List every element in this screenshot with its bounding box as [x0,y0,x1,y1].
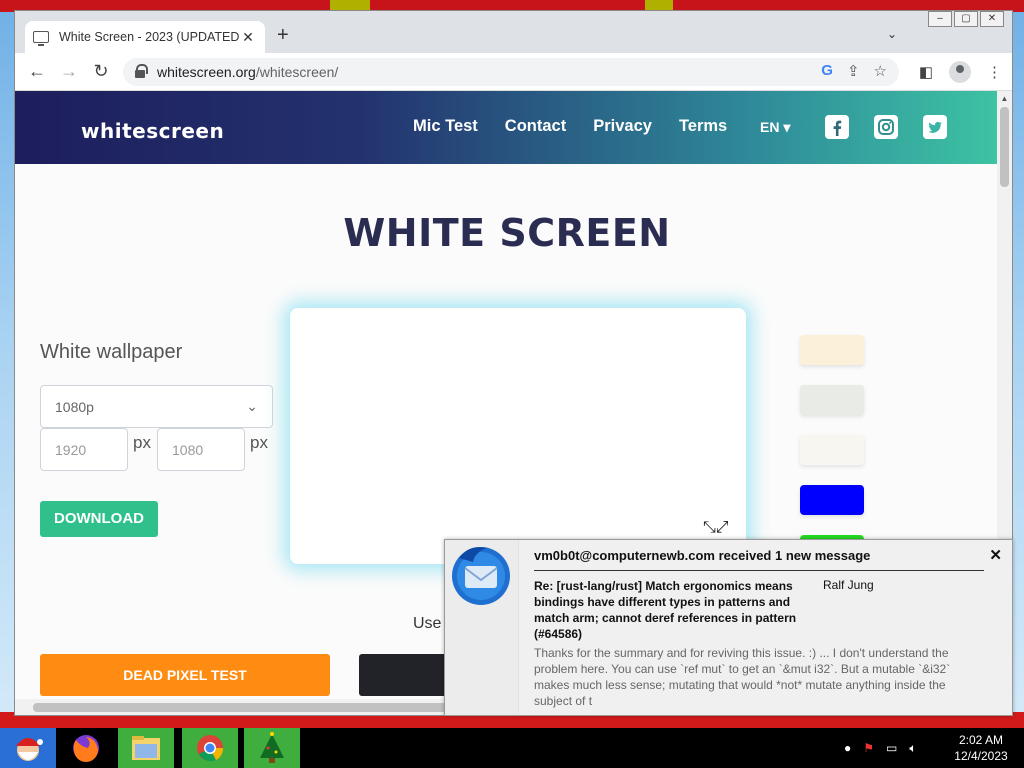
google-icon[interactable]: G [821,62,833,80]
system-tray: ● ⚑ ▭ 🔈︎ [844,728,917,768]
fullscreen-icon[interactable]: ⤡⤢ [703,519,729,537]
width-unit: px [133,433,151,452]
download-button[interactable]: DOWNLOAD [40,501,158,537]
instagram-icon[interactable] [874,115,898,139]
taskbar: ● ⚑ ▭ 🔈︎ 2:02 AM 12/4/2023 [0,728,1024,768]
toolbar-right: ◧ ⋮ [919,61,1002,83]
flag-icon[interactable]: ⚑ [863,741,874,755]
santa-icon [0,728,56,768]
height-input[interactable]: 1080 [157,428,245,471]
tab-close-icon[interactable]: ✕ [239,29,257,46]
menu-kebab-icon[interactable]: ⋮ [987,63,1002,81]
url-path: /whitescreen/ [255,64,339,80]
color-swatch-cream[interactable] [800,335,864,365]
mail-notification[interactable]: vm0b0t@computernewb.com received 1 new m… [444,539,1013,716]
notification-subject: Re: [rust-lang/rust] Match ergonomics me… [534,579,797,641]
lock-icon [135,64,148,78]
file-explorer-icon[interactable] [118,728,174,768]
facebook-icon[interactable] [825,115,849,139]
color-swatch-blue[interactable] [800,485,864,515]
bookmark-star-icon[interactable]: ☆ [874,62,887,80]
url-domain: whitescreen.org [157,64,256,80]
url-text: whitescreen.org/whitescreen/ [157,64,338,80]
window-controls: – ▢ ✕ [928,11,1004,27]
scroll-up-icon[interactable]: ▲ [997,91,1012,106]
monitor-icon [33,31,49,46]
language-dropdown[interactable]: EN ▾ [760,119,790,136]
browser-tab[interactable]: White Screen - 2023 (UPDATED) ✕ [25,21,265,53]
start-button[interactable] [0,728,56,768]
color-swatch-grey[interactable] [800,385,864,415]
reload-icon[interactable]: ↻ [85,61,117,82]
dead-pixel-test-button[interactable]: DEAD PIXEL TEST [40,654,330,696]
profile-avatar-icon[interactable] [949,61,971,83]
scroll-thumb[interactable] [33,703,453,712]
clock-time: 2:02 AM [958,733,1004,747]
width-input[interactable]: 1920 [40,428,128,471]
site-logo[interactable]: whitescreen [81,119,224,143]
resolution-select[interactable]: 1080p ⌄ [40,385,273,428]
scroll-thumb[interactable] [1000,107,1009,187]
tab-search-icon[interactable]: ⌄ [887,27,897,41]
close-window-button[interactable]: ✕ [980,11,1004,27]
notification-body: Thanks for the summary and for reviving … [534,646,951,708]
tab-title: White Screen - 2023 (UPDATED) [59,30,239,44]
white-screen-preview[interactable] [290,308,746,564]
system-clock[interactable]: 2:02 AM 12/4/2023 [945,732,1017,764]
back-icon[interactable]: ← [21,61,53,82]
network-icon[interactable]: ▭ [886,741,897,755]
notification-close-icon[interactable]: ✕ [989,546,1002,564]
new-tab-button[interactable]: + [277,25,289,45]
nav-terms[interactable]: Terms [679,117,727,136]
notification-divider [534,570,984,571]
nav-mic-test[interactable]: Mic Test [413,117,478,136]
christmas-tree-icon[interactable] [244,728,300,768]
forward-icon[interactable]: → [53,61,85,82]
notification-icon-area [445,540,519,715]
minimize-button[interactable]: – [928,11,952,27]
omnibox-icons: G ⇪ ☆ [821,62,887,80]
clock-date: 12/4/2023 [954,749,1008,763]
nav-privacy[interactable]: Privacy [593,117,652,136]
page-title: WHITE SCREEN [343,211,671,255]
address-bar[interactable]: whitescreen.org/whitescreen/ G ⇪ ☆ [123,58,899,86]
firefox-icon[interactable] [58,728,114,768]
dot-icon[interactable]: ● [844,741,851,755]
chrome-icon[interactable] [182,728,238,768]
wallpaper-label: White wallpaper [40,341,183,363]
twitter-icon[interactable] [923,115,947,139]
color-swatch-offwhite[interactable] [800,435,864,465]
notification-sender: Ralf Jung [823,578,874,592]
tab-strip: White Screen - 2023 (UPDATED) ✕ + ⌄ – ▢ … [15,11,1012,53]
maximize-button[interactable]: ▢ [954,11,978,27]
side-panel-icon[interactable]: ◧ [919,63,933,81]
notification-heading: vm0b0t@computernewb.com received 1 new m… [534,548,871,563]
site-header: whitescreen Mic Test Contact Privacy Ter… [15,91,999,164]
chevron-down-icon: ⌄ [246,398,258,414]
desktop-decoration [645,0,673,10]
site-nav: Mic Test Contact Privacy Terms [413,117,754,136]
height-unit: px [250,433,268,452]
volume-icon[interactable]: 🔈︎ [909,741,916,756]
use-text: Use [413,615,442,632]
share-icon[interactable]: ⇪ [847,62,860,80]
resolution-value: 1080p [55,398,94,415]
thunderbird-icon [452,547,510,605]
desktop-decoration [330,0,370,10]
browser-toolbar: ← → ↻ whitescreen.org/whitescreen/ G ⇪ ☆… [15,53,1012,91]
nav-contact[interactable]: Contact [505,117,566,136]
